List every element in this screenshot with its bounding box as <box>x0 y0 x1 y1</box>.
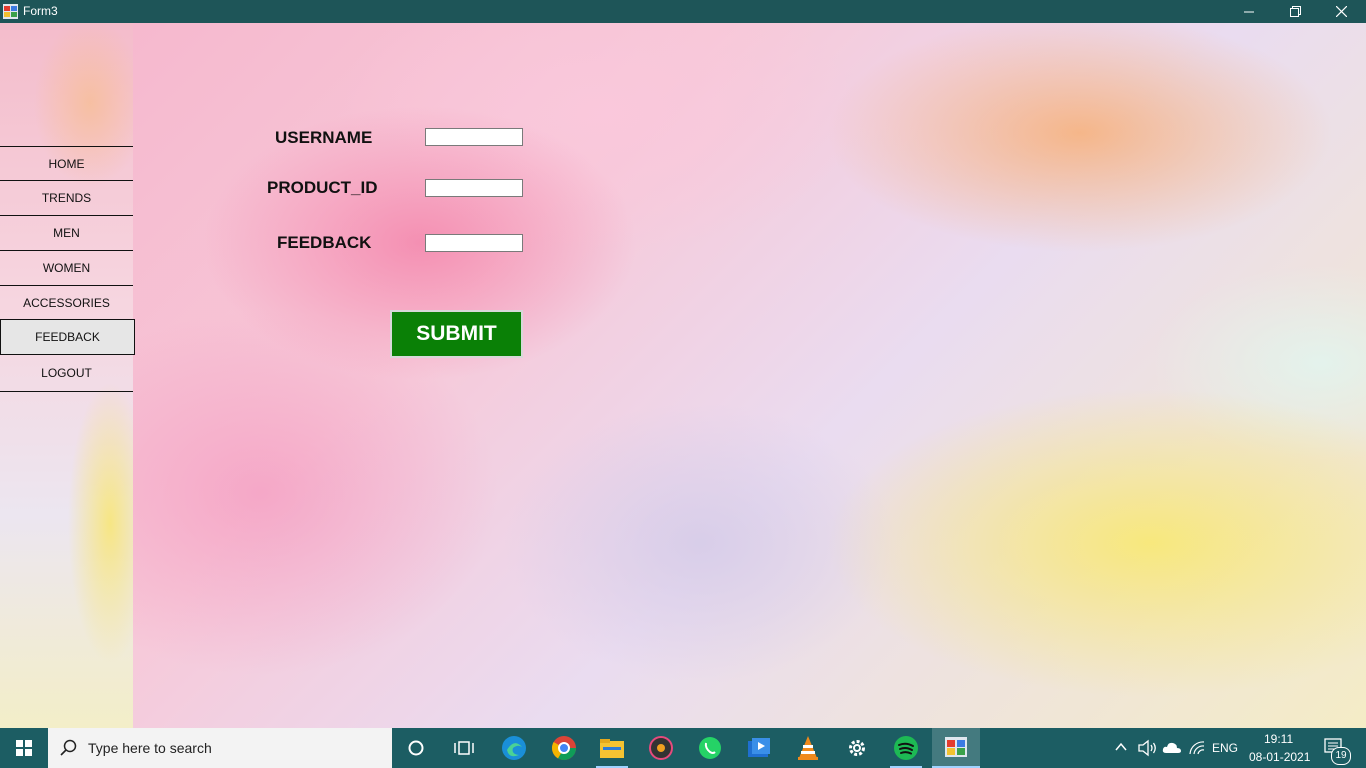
sidebar-item-home[interactable]: HOME <box>0 146 133 181</box>
taskbar-media-player[interactable] <box>735 728 783 768</box>
sidebar-item-feedback[interactable]: FEEDBACK <box>0 319 135 355</box>
submit-button[interactable]: SUBMIT <box>390 310 523 358</box>
feedback-input[interactable] <box>425 234 523 252</box>
background-painting <box>0 23 1366 728</box>
settings-icon <box>849 740 865 756</box>
taskbar: Type here to search ENG 19:11 08-01-2021… <box>0 728 1366 768</box>
groove-music-icon <box>649 736 673 760</box>
username-input[interactable] <box>425 128 523 146</box>
winforms-app-icon <box>945 737 967 757</box>
sidebar-item-accessories[interactable]: ACCESSORIES <box>0 285 133 320</box>
taskbar-groove-music[interactable] <box>637 728 685 768</box>
taskbar-settings[interactable] <box>833 728 881 768</box>
minimize-icon <box>1244 11 1254 12</box>
chevron-up-icon <box>1115 742 1127 751</box>
minimize-button[interactable] <box>1226 0 1272 23</box>
taskbar-spotify[interactable] <box>882 728 930 768</box>
taskbar-winforms-app[interactable] <box>932 728 980 768</box>
sidebar-item-label: FEEDBACK <box>35 330 100 344</box>
taskbar-edge[interactable] <box>490 728 538 768</box>
restore-icon <box>1289 6 1301 17</box>
start-button[interactable] <box>0 728 48 768</box>
task-view-icon <box>454 741 474 755</box>
chrome-icon <box>551 736 576 761</box>
sidebar-item-logout[interactable]: LOGOUT <box>0 354 133 392</box>
app-window: Form3 HOME TRENDS MEN WOMEN ACCESSORIES … <box>0 0 1366 768</box>
username-label: USERNAME <box>275 128 373 147</box>
sidebar-item-label: HOME <box>48 157 85 171</box>
file-explorer-icon <box>600 739 624 758</box>
sidebar-item-label: LOGOUT <box>41 366 92 380</box>
task-view-button[interactable] <box>440 728 488 768</box>
close-button[interactable] <box>1318 0 1364 23</box>
edge-icon <box>502 736 526 760</box>
wifi-icon <box>1189 741 1205 755</box>
taskbar-search-box[interactable]: Type here to search <box>48 728 392 768</box>
product-id-label: PRODUCT_ID <box>267 178 378 197</box>
window-title: Form3 <box>23 4 58 18</box>
speaker-icon <box>1138 739 1156 757</box>
clock-date[interactable]: 08-01-2021 <box>1249 750 1310 764</box>
vlc-icon <box>798 736 818 760</box>
search-icon <box>60 739 77 756</box>
taskbar-vlc[interactable] <box>784 728 832 768</box>
network-button[interactable] <box>1188 740 1206 761</box>
sidebar-item-label: ACCESSORIES <box>23 296 110 310</box>
media-player-icon <box>748 738 770 757</box>
whatsapp-icon <box>699 737 721 759</box>
windows-logo-icon <box>16 740 32 756</box>
taskbar-chrome[interactable] <box>540 728 588 768</box>
sidebar-item-label: MEN <box>53 226 80 240</box>
search-placeholder: Type here to search <box>88 740 212 756</box>
volume-button[interactable] <box>1138 739 1158 762</box>
taskbar-whatsapp[interactable] <box>686 728 734 768</box>
sidebar-item-women[interactable]: WOMEN <box>0 250 133 286</box>
sidebar-item-men[interactable]: MEN <box>0 215 133 251</box>
title-bar: Form3 <box>0 0 1366 23</box>
sidebar-item-label: TRENDS <box>41 191 92 205</box>
close-icon <box>1335 6 1347 17</box>
cortana-icon <box>408 740 424 756</box>
taskbar-file-explorer[interactable] <box>588 728 636 768</box>
onedrive-button[interactable] <box>1162 740 1182 759</box>
product-id-input[interactable] <box>425 179 523 197</box>
notification-count-badge: 19 <box>1331 747 1351 765</box>
sidebar-item-label: WOMEN <box>42 261 91 275</box>
cloud-icon <box>1162 742 1181 753</box>
feedback-label: FEEDBACK <box>277 233 372 252</box>
restore-button[interactable] <box>1272 0 1318 23</box>
cortana-button[interactable] <box>392 728 440 768</box>
action-center-button[interactable]: 19 <box>1322 737 1352 765</box>
app-icon <box>3 4 18 19</box>
language-indicator[interactable]: ENG <box>1212 741 1238 755</box>
show-hidden-icons-button[interactable] <box>1114 740 1128 759</box>
sidebar-item-trends[interactable]: TRENDS <box>0 180 133 216</box>
clock-time[interactable]: 19:11 <box>1264 732 1293 746</box>
spotify-icon <box>894 736 918 760</box>
